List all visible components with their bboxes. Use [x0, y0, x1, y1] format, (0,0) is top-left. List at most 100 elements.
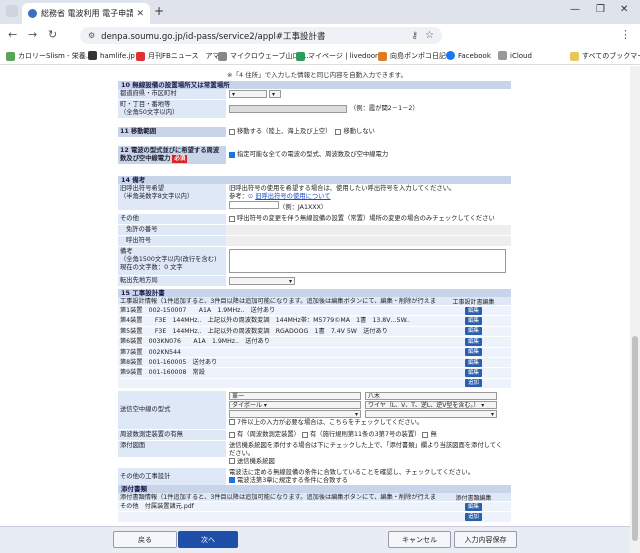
bookmark-item[interactable]: hamlife.jp: [88, 51, 135, 60]
antenna-select-2[interactable]: ダイポール ▾: [229, 401, 361, 410]
scrollbar-thumb[interactable]: [632, 336, 638, 541]
section-install-location: 10 無線設備の設置場所又は常置場所 都道府県・市区町村 ▾ ▾ 町・丁目・番地等…: [118, 81, 511, 119]
bookmarks-bar: カロリーSlism - 栄養... hamlife.jp 月刊FBニュース アマ…: [0, 47, 640, 65]
eq-edit-header: 工事設計書編集: [436, 297, 511, 306]
save-button[interactable]: 入力内容保存: [454, 531, 517, 548]
table-row: 第7装置 002KN544 編集: [118, 347, 511, 358]
add-equipment-button[interactable]: 追加: [464, 379, 482, 388]
freq-opt2-checkbox[interactable]: [301, 432, 308, 439]
new-tab-icon[interactable]: +: [154, 4, 164, 18]
all-emission-checkbox[interactable]: [229, 152, 235, 158]
maximize-icon[interactable]: ❐: [596, 4, 605, 15]
addr-input[interactable]: [229, 105, 347, 113]
minimize-icon[interactable]: —: [570, 4, 580, 15]
move-no-checkbox[interactable]: [335, 129, 342, 135]
edit-button[interactable]: 編集: [464, 369, 482, 378]
addr-example: （例：霞が関2－1－2）: [350, 105, 419, 112]
old-sign-label: 旧呼出符号希望 （半角英数字8文字以内）: [118, 184, 226, 210]
edit-button[interactable]: 編集: [464, 358, 482, 367]
antenna-select-5[interactable]: ワイヤ（L、V、T、逆L、逆V型を含む。） ▾: [365, 401, 497, 410]
autofill-note: ※「4 住所」で入力した情報と同じ内容を自動入力できます。: [227, 71, 407, 79]
tab-close-icon[interactable]: ✕: [136, 9, 144, 19]
bookmark-item[interactable]: 月刊FBニュース アマ...: [136, 51, 226, 61]
old-sign-desc: 旧呼出符号の使用を希望する場合は、使用したい呼出符号を入力してください。: [229, 185, 456, 192]
edit-button[interactable]: 編集: [464, 317, 482, 326]
section-title: 10 無線設備の設置場所又は常置場所: [118, 81, 511, 89]
freq-opt3-checkbox[interactable]: [422, 432, 429, 439]
section-emission: 12 電波の型式並びに希望する周波数及び空中線電力 必須 指定可能な全ての電波の型…: [118, 146, 511, 165]
table-row: その他 付属装置諸元.pdf 編集: [118, 502, 511, 513]
add-attachment-button[interactable]: 追加: [464, 513, 482, 522]
old-sign-link[interactable]: 旧呼出符号の使用について: [255, 193, 330, 200]
address-bar[interactable]: ⚙ denpa.soumu.go.jp/id-pass/service2/app…: [80, 27, 442, 44]
remarks-textarea[interactable]: [229, 249, 506, 273]
next-button[interactable]: 次へ: [178, 531, 238, 548]
edit-button[interactable]: 編集: [464, 306, 482, 315]
key-icon[interactable]: ⚷: [411, 31, 418, 41]
table-row: 第4装置 F3E 144MHz.. 上記以外の周波数変調 144MHz帯：M57…: [118, 316, 511, 327]
edit-button[interactable]: 編集: [464, 327, 482, 336]
site-info-icon[interactable]: ⚙: [88, 31, 95, 40]
edit-button[interactable]: 編集: [464, 502, 482, 511]
freq-opt1-label: 有（周波数測定装置）: [237, 431, 300, 439]
antenna-select-1[interactable]: 單一: [229, 392, 361, 401]
conformity-checkbox[interactable]: [229, 477, 235, 484]
scrollbar[interactable]: [630, 66, 640, 553]
other-design-desc: 電波法に定める無線設備の条件に合致していることを確認し、チェックしてください。: [229, 469, 475, 477]
forward-icon[interactable]: →: [28, 28, 37, 41]
eq-row-text: 第9装置 001-160008 常設: [118, 368, 436, 378]
bookmark-item[interactable]: 向島ポンポコ日記: [378, 51, 446, 61]
bookmark-item[interactable]: iCloud: [498, 51, 532, 60]
diagram-label: 送信機系統図: [237, 458, 275, 466]
remarks-label: 備考 （全角1500文字以内(改行を含む) 現在の文字数：0 文字: [118, 247, 226, 275]
section-attachments: 添付書類 添付書類情報（1件追加すると、3件目以降は追加可能になります。追加後は…: [118, 485, 511, 523]
browser-toolbar: ← → ↻ ⚙ denpa.soumu.go.jp/id-pass/servic…: [0, 24, 640, 64]
pref-select[interactable]: ▾: [229, 90, 267, 98]
edit-button[interactable]: 編集: [464, 348, 482, 357]
conformity-label: 電波法第3章に規定する条件に合致する: [237, 477, 349, 485]
eq-row-text: 第8装置 001-160005 送付あり: [118, 357, 436, 368]
city-select[interactable]: ▾: [269, 90, 281, 98]
eq-info-header: 工事設計情報（1件追加すると、3件目以降は追加可能になります。追加後は編集ボタン…: [118, 297, 436, 305]
footer-bar: [0, 526, 630, 553]
back-button[interactable]: 戻る: [113, 531, 177, 548]
freq-opt1-checkbox[interactable]: [229, 432, 235, 439]
tab-search-icon[interactable]: [6, 5, 18, 17]
tab-bar: 総務省 電波利用 電子申請・届出 ✕ + — ❐ ✕: [0, 0, 640, 24]
table-row: 第9装置 001-160008 常設 編集: [118, 368, 511, 379]
reload-icon[interactable]: ↻: [48, 28, 57, 41]
move-no-label: 移動しない: [343, 128, 375, 135]
license-no-label: 免許の番号: [118, 225, 226, 235]
site-favicon-icon: [28, 9, 37, 18]
antenna-select-3[interactable]: ▾: [229, 410, 361, 419]
bookmark-item[interactable]: Facebook: [446, 51, 491, 60]
location-change-label: 呼出符号の変更を伴う無線設備の設置（常置）場所の変更の場合のみチェックしてくださ…: [237, 215, 495, 222]
move-yes-checkbox[interactable]: [229, 129, 235, 135]
diagram-checkbox[interactable]: [229, 458, 235, 465]
back-icon[interactable]: ←: [8, 28, 17, 41]
bookmark-item[interactable]: マイページ | livedoor...: [296, 51, 384, 61]
antenna-select-4[interactable]: 八木: [365, 392, 497, 401]
section-title: 14 備考: [118, 176, 511, 184]
menu-icon[interactable]: ⋮: [620, 28, 631, 41]
other-design-label: その他の工事設計: [118, 468, 226, 487]
more-antenna-label: 7件以上の入力が必要な場合は、こちらをチェックしてください。: [237, 419, 424, 427]
freq-opt2-label: 有（施行規則第11条の3第7号の装置）: [309, 431, 421, 439]
eq-row-text: 第7装置 002KN544: [118, 347, 436, 357]
edit-button[interactable]: 編集: [464, 337, 482, 346]
all-bookmarks[interactable]: すべてのブックマーク: [570, 51, 640, 61]
close-window-icon[interactable]: ✕: [620, 4, 628, 15]
cancel-button[interactable]: キャンセル: [388, 531, 451, 548]
diag-label: 添付図面: [118, 441, 226, 458]
bookmark-item[interactable]: カロリーSlism - 栄養...: [6, 51, 92, 61]
old-sign-input[interactable]: [229, 201, 279, 209]
table-row: 第5装置 F3E 144MHz.. 上記以外の周波数変調 RGADOOG 1書 …: [118, 326, 511, 338]
link-icon: ⊙: [247, 193, 254, 200]
antenna-select-6[interactable]: ▾: [365, 410, 497, 419]
more-antenna-checkbox[interactable]: [229, 419, 235, 426]
browser-tab[interactable]: 総務省 電波利用 電子申請・届出 ✕: [22, 3, 150, 24]
location-change-checkbox[interactable]: [229, 216, 235, 222]
section-construction: 15 工事設計書 工事設計情報（1件追加すると、3件目以降は追加可能になります。…: [118, 289, 511, 488]
bookmark-star-icon[interactable]: ☆: [425, 30, 434, 41]
transfer-select[interactable]: ▾: [229, 277, 295, 285]
